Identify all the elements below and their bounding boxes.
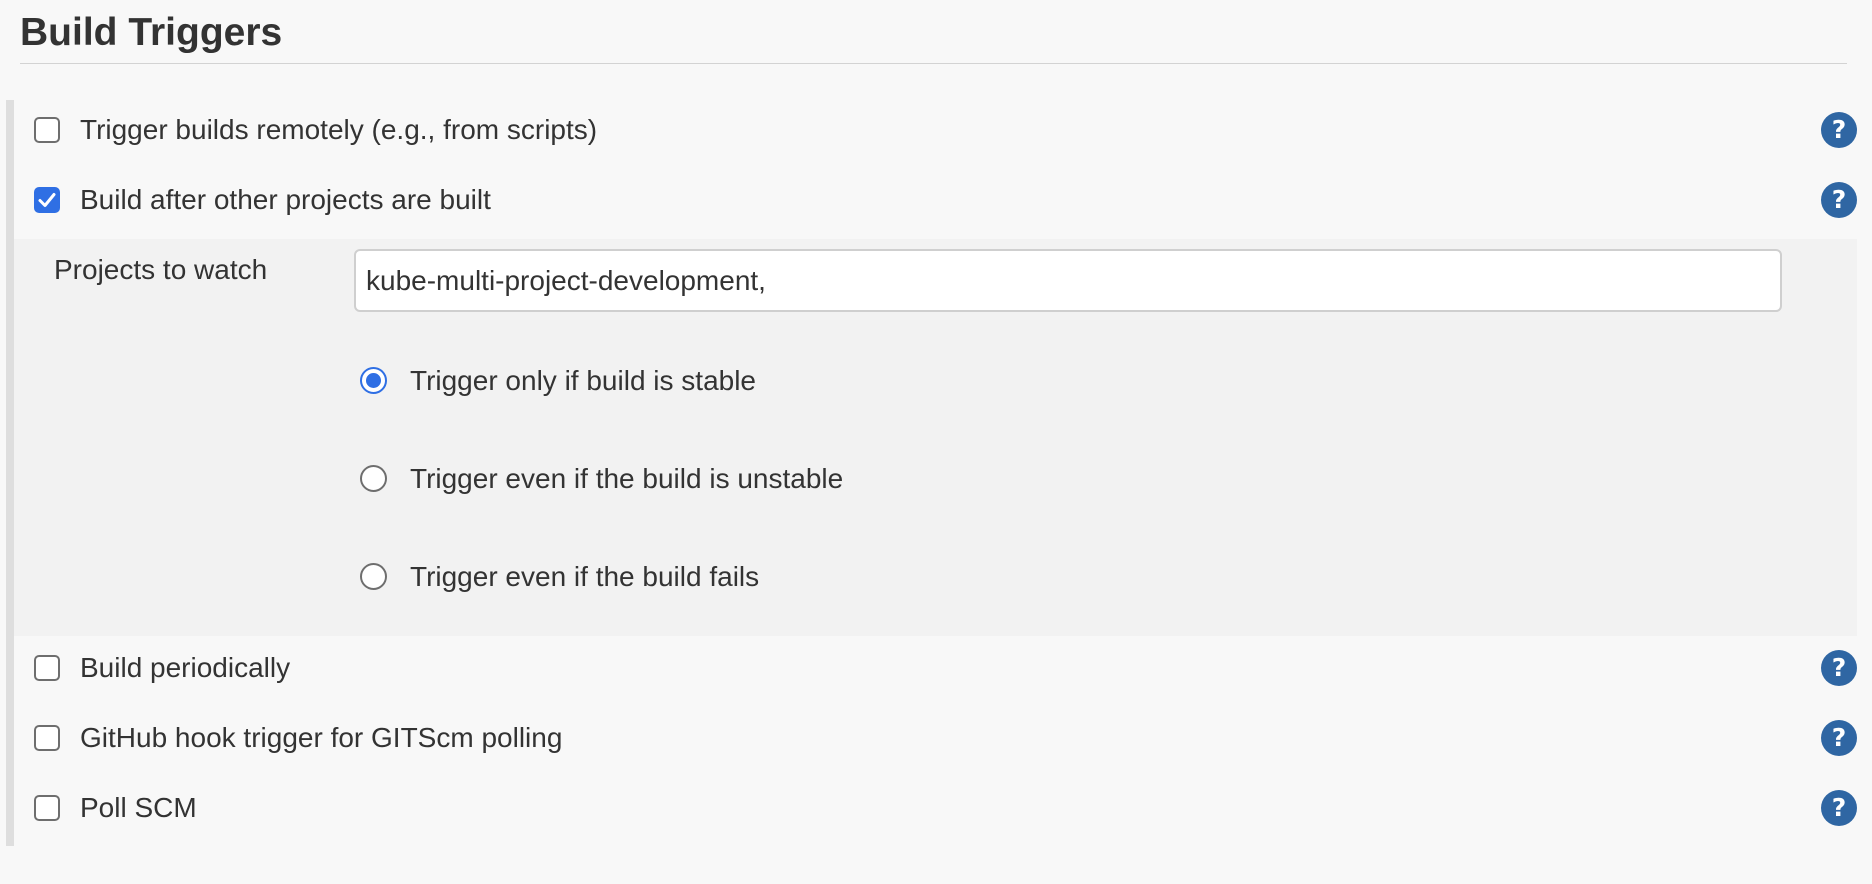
poll-scm-row: Poll SCM ? <box>14 773 1857 843</box>
poll-scm-checkbox[interactable] <box>34 795 60 821</box>
poll-scm-label[interactable]: Poll SCM <box>80 791 197 825</box>
option-stable-row[interactable]: Trigger only if build is stable <box>360 351 1260 411</box>
projects-to-watch-input[interactable] <box>354 249 1782 312</box>
section-left-bar <box>6 100 14 846</box>
option-unstable-row[interactable]: Trigger even if the build is unstable <box>360 449 1260 509</box>
build-periodically-checkbox[interactable] <box>34 655 60 681</box>
help-icon[interactable]: ? <box>1821 182 1857 218</box>
option-stable-radio[interactable] <box>360 367 387 394</box>
build-triggers-page: Build Triggers Trigger builds remotely (… <box>0 0 1872 884</box>
title-divider <box>20 63 1847 64</box>
option-unstable-radio[interactable] <box>360 465 387 492</box>
build-after-label[interactable]: Build after other projects are built <box>80 183 491 217</box>
build-after-row: Build after other projects are built ? <box>14 165 1857 235</box>
option-fails-radio[interactable] <box>360 563 387 590</box>
checkmark-icon <box>38 193 56 207</box>
option-fails-label[interactable]: Trigger even if the build fails <box>410 560 759 594</box>
help-icon[interactable]: ? <box>1821 720 1857 756</box>
build-after-options-panel: Projects to watch Trigger only if build … <box>14 239 1857 636</box>
option-stable-label[interactable]: Trigger only if build is stable <box>410 364 756 398</box>
github-hook-row: GitHub hook trigger for GITScm polling ? <box>14 703 1857 773</box>
projects-to-watch-label: Projects to watch <box>54 254 268 285</box>
trigger-remote-label[interactable]: Trigger builds remotely (e.g., from scri… <box>80 113 597 147</box>
trigger-remote-checkbox[interactable] <box>34 117 60 143</box>
build-after-checkbox[interactable] <box>34 187 60 213</box>
github-hook-checkbox[interactable] <box>34 725 60 751</box>
option-unstable-label[interactable]: Trigger even if the build is unstable <box>410 462 843 496</box>
help-icon[interactable]: ? <box>1821 650 1857 686</box>
help-icon[interactable]: ? <box>1821 112 1857 148</box>
github-hook-label[interactable]: GitHub hook trigger for GITScm polling <box>80 721 562 755</box>
option-fails-row[interactable]: Trigger even if the build fails <box>360 547 1260 607</box>
trigger-remote-row: Trigger builds remotely (e.g., from scri… <box>14 95 1857 165</box>
help-icon[interactable]: ? <box>1821 790 1857 826</box>
section-title: Build Triggers <box>20 11 283 54</box>
build-periodically-label[interactable]: Build periodically <box>80 651 290 685</box>
build-periodically-row: Build periodically ? <box>14 633 1857 703</box>
